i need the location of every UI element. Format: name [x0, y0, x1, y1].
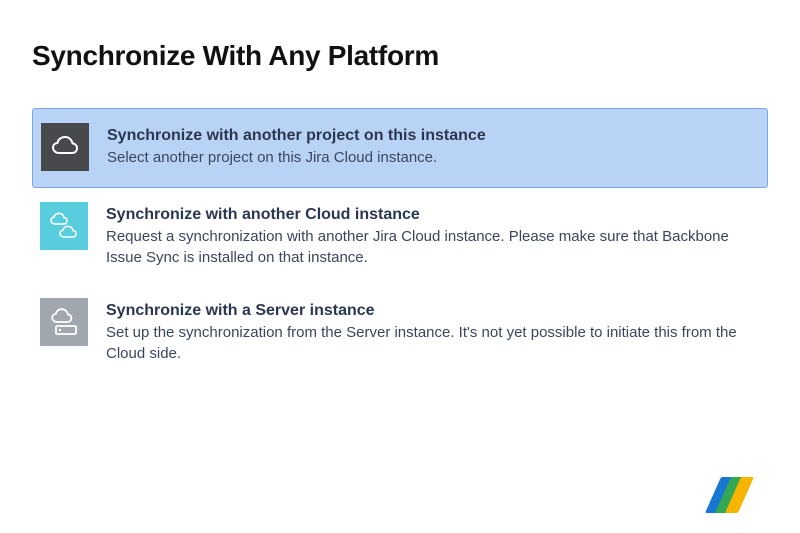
option-title: Synchronize with another project on this…	[107, 127, 751, 145]
option-text: Synchronize with another project on this…	[107, 123, 751, 168]
option-cloud-instance[interactable]: Synchronize with another Cloud instance …	[32, 188, 768, 284]
option-text: Synchronize with a Server instance Set u…	[106, 298, 752, 364]
option-same-instance[interactable]: Synchronize with another project on this…	[32, 108, 768, 188]
page-title: Synchronize With Any Platform	[32, 40, 768, 72]
option-desc: Request a synchronization with another J…	[106, 226, 752, 268]
brand-logo	[716, 477, 746, 513]
sync-option-list: Synchronize with another project on this…	[32, 108, 768, 380]
option-desc: Select another project on this Jira Clou…	[107, 147, 751, 168]
cloud-server-icon	[40, 298, 88, 346]
option-text: Synchronize with another Cloud instance …	[106, 202, 752, 268]
cloud-pair-icon	[40, 202, 88, 250]
cloud-icon	[41, 123, 89, 171]
option-server-instance[interactable]: Synchronize with a Server instance Set u…	[32, 284, 768, 380]
option-desc: Set up the synchronization from the Serv…	[106, 322, 752, 364]
option-title: Synchronize with another Cloud instance	[106, 206, 752, 224]
option-title: Synchronize with a Server instance	[106, 302, 752, 320]
